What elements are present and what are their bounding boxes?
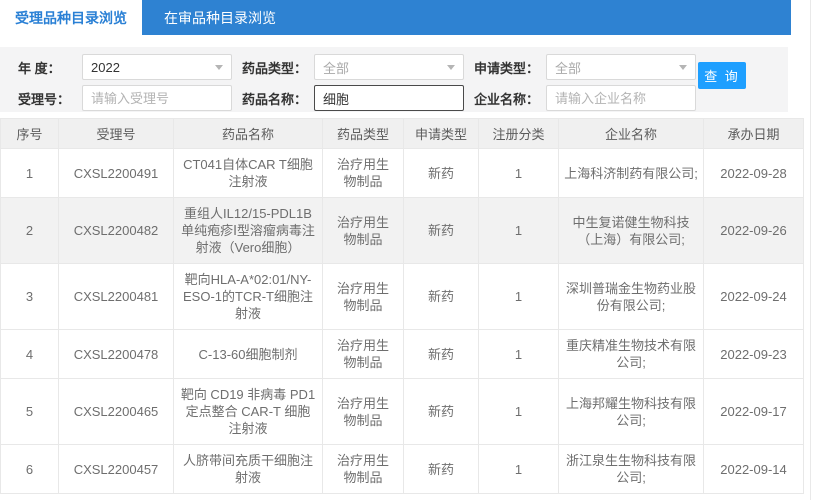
column-header: 注册分类 bbox=[479, 119, 559, 149]
column-header: 受理号 bbox=[59, 119, 174, 149]
year-label: 年 度： bbox=[18, 58, 82, 77]
column-header: 药品类型 bbox=[323, 119, 404, 149]
chevron-down-icon bbox=[679, 65, 687, 70]
table-row[interactable]: 6CXSL2200457人脐带间充质干细胞注射液治疗用生物制品新药1浙江泉生生物… bbox=[1, 445, 804, 494]
table-cell: 6 bbox=[1, 445, 59, 494]
table-cell: 1 bbox=[479, 379, 559, 445]
table-cell: 新药 bbox=[404, 149, 479, 198]
year-select-value: 2022 bbox=[91, 60, 120, 75]
drug-name-label: 药品名称： bbox=[242, 89, 314, 108]
chevron-down-icon bbox=[215, 65, 223, 70]
column-header: 企业名称 bbox=[559, 119, 704, 149]
acceptance-no-label: 受理号： bbox=[18, 89, 82, 108]
table-cell: 2022-09-23 bbox=[704, 330, 804, 379]
table-cell: CXSL2200478 bbox=[59, 330, 174, 379]
table-cell: 1 bbox=[479, 445, 559, 494]
drug-name-input[interactable] bbox=[314, 85, 464, 111]
page-right-border bbox=[810, 0, 811, 500]
table-cell: 1 bbox=[1, 149, 59, 198]
table-cell: 治疗用生物制品 bbox=[323, 445, 404, 494]
table-cell: 深圳普瑞金生物药业股份有限公司; bbox=[559, 264, 704, 330]
table-cell: CXSL2200457 bbox=[59, 445, 174, 494]
table-cell: 2022-09-17 bbox=[704, 379, 804, 445]
table-cell: 上海邦耀生物科技有限公司; bbox=[559, 379, 704, 445]
table-cell: 重组人IL12/15-PDL1B单纯疱疹Ⅰ型溶瘤病毒注射液（Vero细胞） bbox=[174, 198, 323, 264]
table-cell: 浙江泉生生物科技有限公司; bbox=[559, 445, 704, 494]
filter-row-1: 年 度： 2022 药品类型： 全部 申请类型： 全部 bbox=[18, 54, 788, 80]
table-cell: 4 bbox=[1, 330, 59, 379]
table-cell: 1 bbox=[479, 198, 559, 264]
table-cell: 新药 bbox=[404, 330, 479, 379]
tab-bar: 受理品种目录浏览 在审品种目录浏览 bbox=[0, 0, 791, 35]
chevron-down-icon bbox=[447, 65, 455, 70]
drug-type-select[interactable]: 全部 bbox=[314, 54, 464, 80]
table-cell: 5 bbox=[1, 379, 59, 445]
table-cell: 2022-09-26 bbox=[704, 198, 804, 264]
tab-accepted-catalog[interactable]: 受理品种目录浏览 bbox=[0, 0, 142, 35]
table-cell: 1 bbox=[479, 330, 559, 379]
table-cell: 治疗用生物制品 bbox=[323, 379, 404, 445]
column-header: 承办日期 bbox=[704, 119, 804, 149]
table-cell: 2 bbox=[1, 198, 59, 264]
table-cell: CXSL2200491 bbox=[59, 149, 174, 198]
table-cell: 新药 bbox=[404, 198, 479, 264]
column-header: 药品名称 bbox=[174, 119, 323, 149]
column-header: 序号 bbox=[1, 119, 59, 149]
apply-type-select[interactable]: 全部 bbox=[546, 54, 696, 80]
drug-type-select-value: 全部 bbox=[323, 58, 349, 77]
table-cell: 治疗用生物制品 bbox=[323, 330, 404, 379]
table-cell: C-13-60细胞制剂 bbox=[174, 330, 323, 379]
table-cell: 2022-09-24 bbox=[704, 264, 804, 330]
company-label: 企业名称： bbox=[474, 89, 546, 108]
table-row[interactable]: 4CXSL2200478C-13-60细胞制剂治疗用生物制品新药1重庆精准生物技… bbox=[1, 330, 804, 379]
apply-type-select-value: 全部 bbox=[555, 58, 581, 77]
table-cell: 新药 bbox=[404, 379, 479, 445]
column-header: 申请类型 bbox=[404, 119, 479, 149]
search-button[interactable]: 查 询 bbox=[698, 62, 746, 89]
table-cell: 治疗用生物制品 bbox=[323, 198, 404, 264]
table-row[interactable]: 2CXSL2200482重组人IL12/15-PDL1B单纯疱疹Ⅰ型溶瘤病毒注射… bbox=[1, 198, 804, 264]
table-cell: 2022-09-28 bbox=[704, 149, 804, 198]
company-input[interactable] bbox=[546, 85, 696, 111]
table-cell: CXSL2200465 bbox=[59, 379, 174, 445]
filter-panel: 年 度： 2022 药品类型： 全部 申请类型： 全部 受理号： 药品名称： 企… bbox=[0, 47, 788, 112]
table-row[interactable]: 1CXSL2200491CT041自体CAR T细胞注射液治疗用生物制品新药1上… bbox=[1, 149, 804, 198]
table-row[interactable]: 5CXSL2200465靶向 CD19 非病毒 PD1 定点整合 CAR-T 细… bbox=[1, 379, 804, 445]
table-cell: 1 bbox=[479, 264, 559, 330]
table-cell: CXSL2200481 bbox=[59, 264, 174, 330]
table-cell: 人脐带间充质干细胞注射液 bbox=[174, 445, 323, 494]
tab-under-review-catalog[interactable]: 在审品种目录浏览 bbox=[142, 0, 298, 35]
table-row[interactable]: 3CXSL2200481靶向HLA-A*02:01/NY-ESO-1的TCR-T… bbox=[1, 264, 804, 330]
results-table: 序号受理号药品名称药品类型申请类型注册分类企业名称承办日期 1CXSL22004… bbox=[0, 118, 804, 494]
table-cell: 靶向 CD19 非病毒 PD1 定点整合 CAR-T 细胞注射液 bbox=[174, 379, 323, 445]
drug-type-label: 药品类型： bbox=[242, 58, 314, 77]
filter-row-2: 受理号： 药品名称： 企业名称： bbox=[18, 85, 788, 111]
results-table-wrap: 序号受理号药品名称药品类型申请类型注册分类企业名称承办日期 1CXSL22004… bbox=[0, 118, 818, 494]
table-cell: 新药 bbox=[404, 445, 479, 494]
table-cell: CXSL2200482 bbox=[59, 198, 174, 264]
table-cell: 2022-09-14 bbox=[704, 445, 804, 494]
table-cell: 新药 bbox=[404, 264, 479, 330]
table-cell: 3 bbox=[1, 264, 59, 330]
table-cell: 中生复诺健生物科技（上海）有限公司; bbox=[559, 198, 704, 264]
table-cell: 上海科济制药有限公司; bbox=[559, 149, 704, 198]
table-cell: 靶向HLA-A*02:01/NY-ESO-1的TCR-T细胞注射液 bbox=[174, 264, 323, 330]
year-select[interactable]: 2022 bbox=[82, 54, 232, 80]
apply-type-label: 申请类型： bbox=[474, 58, 546, 77]
table-cell: CT041自体CAR T细胞注射液 bbox=[174, 149, 323, 198]
acceptance-no-input[interactable] bbox=[82, 85, 232, 111]
table-cell: 重庆精准生物技术有限公司; bbox=[559, 330, 704, 379]
table-cell: 治疗用生物制品 bbox=[323, 149, 404, 198]
table-header-row: 序号受理号药品名称药品类型申请类型注册分类企业名称承办日期 bbox=[1, 119, 804, 149]
table-cell: 治疗用生物制品 bbox=[323, 264, 404, 330]
table-cell: 1 bbox=[479, 149, 559, 198]
